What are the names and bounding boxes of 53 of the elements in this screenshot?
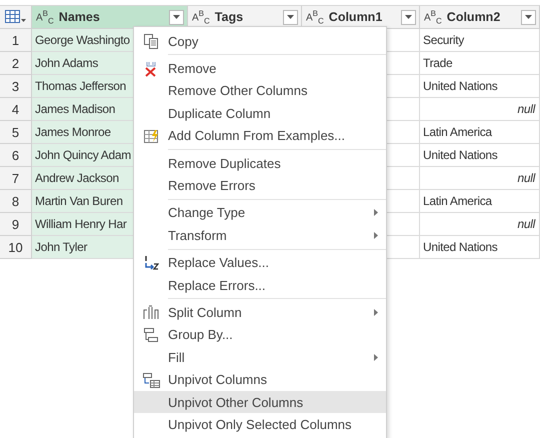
menu-item[interactable]: Unpivot Only Selected Columns xyxy=(134,413,386,436)
menu-item[interactable]: Unpivot Other Columns xyxy=(134,390,386,414)
table-cell: United Nations xyxy=(420,75,540,98)
row-number: 5 xyxy=(0,121,32,144)
table-cell: Trade xyxy=(420,52,540,75)
replace-icon xyxy=(143,254,159,271)
row-number: 3 xyxy=(0,75,32,98)
column-name: Names xyxy=(58,10,100,24)
table-cell: Latin America xyxy=(420,121,540,144)
filter-button[interactable] xyxy=(401,10,416,24)
submenu-arrow-icon xyxy=(374,209,378,216)
row-number: 6 xyxy=(0,144,32,167)
filter-button[interactable] xyxy=(169,10,184,24)
caret-icon xyxy=(525,15,532,19)
row-number: 7 xyxy=(0,167,32,190)
column-header[interactable]: A$^{B}$$_{C}$ Column2 xyxy=(420,6,540,29)
table-cell: United Nations xyxy=(420,236,540,259)
caret-icon xyxy=(405,15,412,19)
row-number: 1 xyxy=(0,29,32,52)
table-menu-icon[interactable] xyxy=(0,6,32,29)
submenu-arrow-icon xyxy=(374,232,378,239)
submenu-arrow-icon xyxy=(374,308,378,316)
menu-item[interactable]: Fill xyxy=(134,346,386,368)
split-column-icon xyxy=(143,304,159,320)
table-cell: Security xyxy=(420,29,540,52)
menu-item[interactable]: Group By... xyxy=(134,324,386,346)
column-name: Column1 xyxy=(328,10,382,24)
row-number: 2 xyxy=(0,52,32,75)
null-value: null xyxy=(420,98,540,121)
null-value: null xyxy=(420,167,540,190)
column-name: Column2 xyxy=(446,10,500,24)
row-number: 4 xyxy=(0,98,32,121)
row-number: 9 xyxy=(0,213,32,236)
table-lightning-icon xyxy=(143,128,159,144)
null-value: null xyxy=(420,213,540,236)
row-number: 8 xyxy=(0,190,32,213)
unpivot-icon xyxy=(142,372,160,388)
column-header[interactable]: A$^{B}$$_{C}$ Names xyxy=(32,6,188,29)
menu-item[interactable]: Replace Errors... xyxy=(134,274,386,296)
filter-button[interactable] xyxy=(283,10,298,24)
row-number: 10 xyxy=(0,236,32,259)
caret-icon xyxy=(173,15,180,19)
table-cell: Latin America xyxy=(420,190,540,213)
menu-item[interactable]: Split Column xyxy=(134,301,386,324)
filter-button[interactable] xyxy=(521,10,536,24)
group-icon xyxy=(143,326,159,343)
column-name: Tags xyxy=(214,10,244,24)
submenu-arrow-icon xyxy=(374,354,378,361)
caret-icon xyxy=(287,15,294,19)
menu-item[interactable]: Unpivot Columns xyxy=(134,368,386,391)
copy-icon xyxy=(143,33,159,50)
table-cell: United Nations xyxy=(420,144,540,167)
column-header[interactable]: A$^{B}$$_{C}$ Column1 xyxy=(302,6,420,29)
